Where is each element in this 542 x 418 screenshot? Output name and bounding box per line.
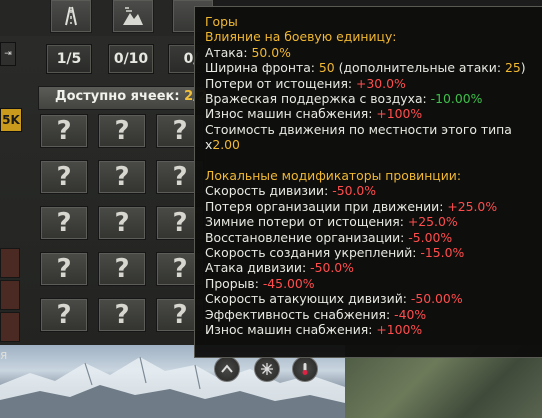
modifier-row: Прорыв: -45.00% <box>205 276 542 291</box>
unit-slot[interactable]: ? <box>98 252 146 286</box>
modifier-value: +25.0% <box>407 214 458 230</box>
unit-slot[interactable]: ? <box>40 298 88 332</box>
resource-tag: 5K <box>0 108 22 132</box>
frontage-mid: (дополнительные атаки: <box>334 60 505 76</box>
modifier-row: Эффективность снабжения: -40% <box>205 307 542 322</box>
enemy-air-value: -10.00% <box>430 91 483 107</box>
modifier-label: Скорость дивизии: <box>205 183 333 199</box>
unit-slot[interactable]: ? <box>40 252 88 286</box>
enemy-air-label: Вражеская поддержка с воздуха: <box>205 91 431 107</box>
collapse-tab[interactable]: ⇥ <box>0 42 16 66</box>
modifier-value: -40% <box>394 306 427 322</box>
unit-slot[interactable]: ? <box>40 206 88 240</box>
modifier-label: Прорыв: <box>205 275 263 291</box>
slots-label: Доступно ячеек: 2/2 <box>55 89 207 104</box>
enemy-air-row: Вражеская поддержка с воздуха: -10.00% <box>205 91 542 106</box>
modifier-row: Атака дивизии: -50.0% <box>205 260 542 275</box>
unit-slot[interactable]: ? <box>98 160 146 194</box>
support-slot[interactable] <box>0 280 20 310</box>
frontage-row: Ширина фронта: 50 (дополнительные атаки:… <box>205 60 542 75</box>
thermometer-icon[interactable] <box>292 356 318 382</box>
unit-slot[interactable]: ? <box>40 160 88 194</box>
counter-2: 0/10 <box>108 44 154 74</box>
support-slot[interactable] <box>0 248 20 278</box>
local-modifiers-heading: Локальные модификаторы провинции: <box>205 168 462 184</box>
frontage-extra: 25 <box>504 60 521 76</box>
modifier-label: Зимние потери от истощения: <box>205 214 408 230</box>
move-cost-value: 2.00 <box>212 137 240 153</box>
truck-wear-label: Износ машин снабжения: <box>205 106 377 122</box>
modifier-row: Скорость создания укреплений: -15.0% <box>205 245 542 260</box>
attack-label: Атака: <box>205 44 252 60</box>
modifier-value: -5.00% <box>408 229 453 245</box>
unit-effects-heading: Влияние на боевую единицу: <box>205 29 397 45</box>
attrition-label: Потери от истощения: <box>205 75 357 91</box>
attrition-row: Потери от истощения: +30.0% <box>205 76 542 91</box>
modifier-value: -50.0% <box>310 260 354 276</box>
counter-1: 1/5 <box>46 44 92 74</box>
modifier-row: Восстановление организации: -5.00% <box>205 230 542 245</box>
modifier-value: -50.0% <box>332 183 377 199</box>
modifier-row: Потеря организации при движении: +25.0% <box>205 199 542 214</box>
modifier-value: +25.0% <box>447 198 498 214</box>
modifier-value: -45.00% <box>262 275 315 291</box>
panel-footer-text: я <box>0 348 8 362</box>
support-slot[interactable] <box>0 312 20 342</box>
terrain-tooltip: Горы Влияние на боевую единицу: Атака: 5… <box>194 6 542 358</box>
modifier-label: Эффективность снабжения: <box>205 306 395 322</box>
frontage-end: ) <box>520 60 526 76</box>
unit-slot[interactable]: ? <box>98 114 146 148</box>
attack-value: 50.0% <box>251 44 291 60</box>
modifier-label: Скорость создания укреплений: <box>205 245 421 261</box>
modifier-row: Зимние потери от истощения: +25.0% <box>205 214 542 229</box>
modifier-label: Потеря организации при движении: <box>205 198 448 214</box>
modifier-row: Скорость дивизии: -50.0% <box>205 183 542 198</box>
terrain-icon[interactable] <box>112 0 154 33</box>
unit-slot[interactable]: ? <box>98 298 146 332</box>
unit-slot[interactable]: ? <box>40 114 88 148</box>
map-mode-button[interactable] <box>214 356 240 382</box>
unit-panel: ⇥ 1/5 0/10 0/ Доступно ячеек: 2/2 5K ? ?… <box>0 0 214 346</box>
modifier-row: Скорость атакующих дивизий: -50.00% <box>205 291 542 306</box>
move-cost-value-row: x2.00 <box>205 137 542 152</box>
modifier-value: -50.00% <box>410 291 463 307</box>
modifier-label: Скорость атакующих дивизий: <box>205 291 411 307</box>
unit-slot[interactable]: ? <box>98 206 146 240</box>
frontage-value: 50 <box>318 60 335 76</box>
modifier-value: -15.0% <box>420 245 465 261</box>
modifier-label: Восстановление организации: <box>205 229 409 245</box>
modifier-row: Износ машин снабжения: +100% <box>205 322 542 337</box>
truck-wear-row: Износ машин снабжения: +100% <box>205 106 542 121</box>
modifier-label: Износ машин снабжения: <box>205 322 377 338</box>
attrition-value: +30.0% <box>356 75 406 91</box>
snowflake-icon[interactable] <box>254 356 280 382</box>
modifier-value: +100% <box>376 322 423 338</box>
slots-label-text: Доступно ячеек: <box>55 89 180 104</box>
road-icon[interactable] <box>50 0 92 33</box>
attack-row: Атака: 50.0% <box>205 45 542 60</box>
tooltip-title: Горы <box>205 14 238 29</box>
modifier-label: Атака дивизии: <box>205 260 311 276</box>
frontage-label: Ширина фронта: <box>205 60 319 76</box>
move-cost-row: Стоимость движения по местности этого ти… <box>205 121 512 137</box>
truck-wear-value: +100% <box>376 106 423 122</box>
